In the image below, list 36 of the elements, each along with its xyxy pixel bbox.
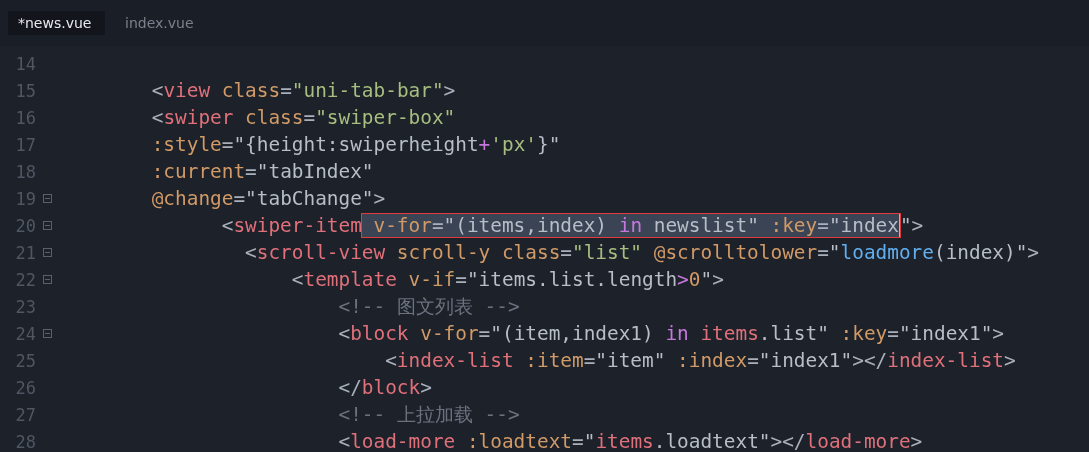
- line-number: 17: [14, 134, 36, 155]
- code-line: <swiper-item v-for="(items,index) in newslist" :key="index">: [220, 214, 924, 237]
- code-line: :style="{height:swiperheight+'px'}": [150, 133, 561, 156]
- line-number: 23: [14, 296, 36, 317]
- line-number: 26: [14, 377, 36, 398]
- line-number: 15: [14, 80, 36, 101]
- code-line: <template v-if="items.list.length>0">: [290, 268, 724, 291]
- line-number: 24: [14, 323, 36, 344]
- line-number: 20: [14, 215, 36, 236]
- line-number: 28: [14, 431, 36, 452]
- code-line: <!-- 图文列表 -->: [337, 294, 520, 320]
- code-line: </block>: [337, 376, 432, 399]
- code-line: <view class="uni-tab-bar">: [150, 79, 456, 102]
- code-line: <swiper class="swiper-box": [150, 106, 456, 129]
- line-number: 22: [14, 269, 36, 290]
- line-number: 25: [14, 350, 36, 371]
- code-line: :current="tabIndex": [150, 160, 374, 183]
- code-line: <!-- 上拉加载 -->: [337, 402, 520, 428]
- code-line: <scroll-view scroll-y class="list" @scrolltolower="loadmore(index)">: [244, 241, 1040, 264]
- line-number: 14: [14, 53, 36, 74]
- line-number: 21: [14, 242, 36, 263]
- fold-icon[interactable]: [43, 329, 52, 338]
- code-line: <index-list :item="item" :index="index1"></index-list>: [384, 349, 1016, 372]
- file-tab[interactable]: index.vue: [115, 11, 208, 35]
- fold-icon[interactable]: [43, 194, 52, 203]
- file-tab[interactable]: *news.vue: [8, 11, 105, 35]
- code-line: @change="tabChange">: [150, 187, 386, 210]
- fold-icon[interactable]: [43, 248, 52, 257]
- fold-icon[interactable]: [43, 275, 52, 284]
- code-line: <block v-for="(item,index1) in items.list" :key="index1">: [337, 322, 1005, 345]
- line-number: 18: [14, 161, 36, 182]
- fold-icon[interactable]: [43, 221, 52, 230]
- code-line: <load-more :loadtext="items.loadtext"></load-more>: [337, 430, 923, 452]
- line-number: 16: [14, 107, 36, 128]
- line-number: 19: [14, 188, 36, 209]
- line-number: 27: [14, 404, 36, 425]
